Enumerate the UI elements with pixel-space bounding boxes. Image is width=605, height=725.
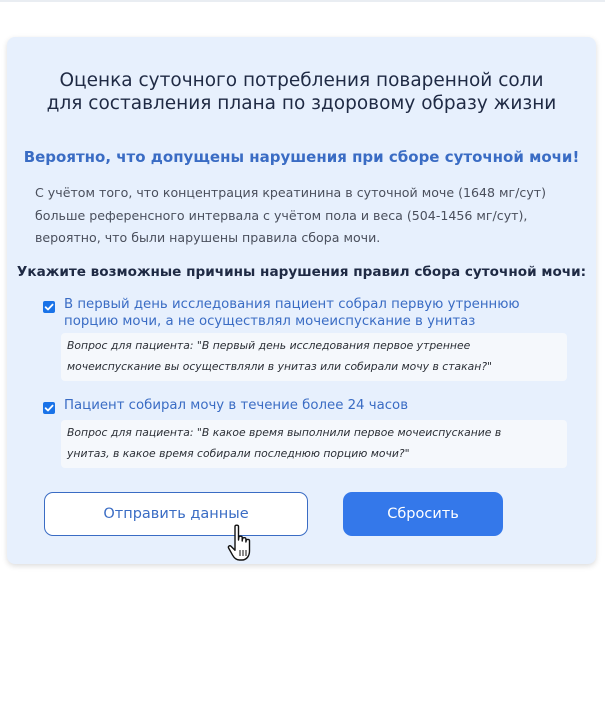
top-divider [0, 0, 605, 2]
reasons-question: Укажите возможные причины нарушения прав… [16, 264, 587, 280]
reason-2-label[interactable]: Пациент собирал мочу в течение более 24 … [64, 398, 564, 415]
reason-1-checkbox[interactable] [43, 301, 55, 313]
checkmark-icon [44, 404, 54, 412]
title-line-1: Оценка суточного потребления поваренной … [59, 70, 544, 91]
checkmark-icon [44, 303, 54, 311]
explanation-line-3: вероятно, что были нарушены правила сбор… [35, 230, 381, 245]
note-1-line-1: Вопрос для пациента: "В первый день иссл… [67, 339, 471, 352]
reason-1-label-line-1: В первый день исследования пациент собра… [64, 297, 520, 312]
reason-1-patient-question: Вопрос для пациента: "В первый день иссл… [61, 333, 567, 381]
card-title: Оценка суточного потребления поваренной … [7, 69, 596, 115]
explanation-paragraph: С учётом того, что концентрация креатини… [35, 182, 575, 250]
warning-subtitle: Вероятно, что допущены нарушения при сбо… [23, 148, 580, 166]
explanation-line-2: больше референсного интервала с учётом п… [35, 207, 528, 223]
salt-intake-card: Оценка суточного потребления поваренной … [7, 37, 596, 564]
title-line-2: для составления плана по здоровому образ… [46, 93, 557, 114]
reset-button[interactable]: Сбросить [343, 492, 503, 536]
reason-2-label-line-1: Пациент собирал мочу в течение более 24 … [64, 398, 409, 413]
reason-1-label[interactable]: В первый день исследования пациент собра… [64, 297, 564, 330]
note-2-line-1: Вопрос для пациента: "В какое время выпо… [67, 426, 502, 439]
submit-data-button[interactable]: Отправить данные [44, 492, 308, 536]
note-1-line-2: мочеиспускание вы осуществляли в унитаз … [67, 360, 493, 373]
reason-2-patient-question: Вопрос для пациента: "В какое время выпо… [61, 420, 567, 468]
hand-pointer-icon [227, 524, 251, 561]
reason-1-label-line-2: порцию мочи, а не осуществлял мочеиспуск… [64, 313, 476, 329]
explanation-line-1: С учётом того, что концентрация креатини… [35, 185, 547, 200]
note-2-line-2: унитаз, в какое время собирали последнюю… [67, 447, 410, 460]
reason-2-checkbox[interactable] [43, 402, 55, 414]
